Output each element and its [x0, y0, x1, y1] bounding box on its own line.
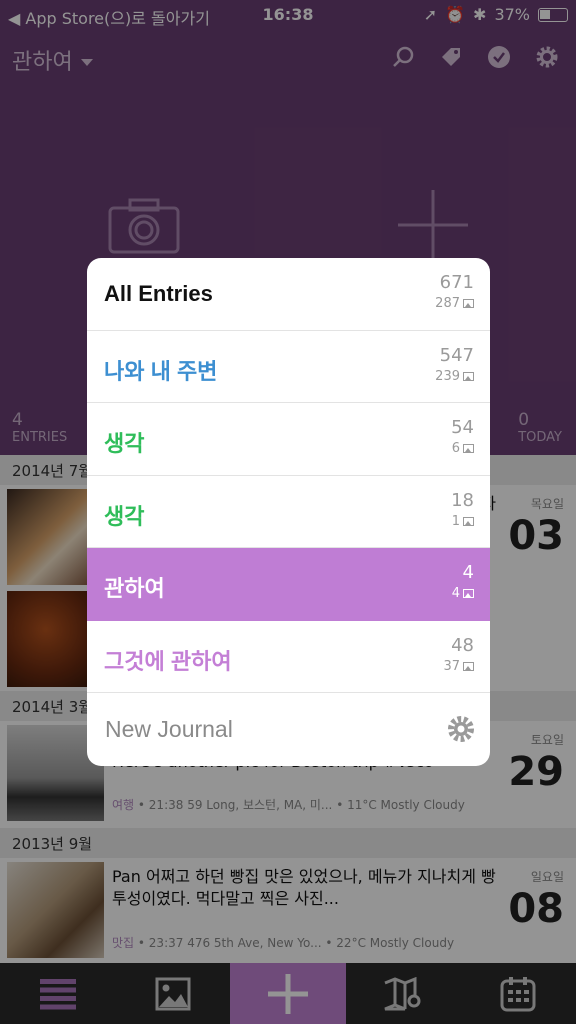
journal-name: 생각 — [104, 431, 145, 456]
journal-row[interactable]: 생각 54 6 — [87, 403, 490, 476]
photo-icon — [463, 661, 474, 671]
journal-name: All Entries — [104, 281, 213, 306]
journal-row[interactable]: 나와 내 주변 547 239 — [87, 331, 490, 403]
journal-entry-count: 54 — [451, 417, 474, 438]
journal-name: 생각 — [104, 503, 145, 529]
journal-row-all-entries[interactable]: All Entries 671 287 — [87, 258, 490, 331]
journal-photo-count: 1 — [452, 514, 474, 529]
journal-entry-count: 4 — [462, 562, 474, 583]
journal-name: 관하여 — [104, 576, 165, 601]
photo-icon — [463, 299, 474, 308]
photo-icon — [463, 589, 474, 598]
new-journal-label: New Journal — [105, 716, 233, 742]
journal-entry-count: 547 — [439, 344, 474, 366]
gear-icon[interactable] — [446, 714, 476, 748]
journal-name: 그것에 관하여 — [104, 648, 232, 674]
journal-entry-count: 671 — [439, 272, 474, 293]
journal-entry-count: 18 — [451, 489, 474, 511]
journal-name: 나와 내 주변 — [104, 358, 218, 384]
journal-row[interactable]: 생각 18 1 — [87, 476, 490, 548]
journal-photo-count: 37 — [443, 659, 474, 674]
photo-icon — [463, 516, 474, 526]
journal-photo-count: 4 — [452, 586, 474, 601]
journal-picker-popup: All Entries 671 287 나와 내 주변 547 239 생각 5… — [87, 258, 490, 766]
journal-photo-count: 6 — [452, 441, 474, 456]
journal-photo-count: 239 — [435, 369, 474, 384]
photo-icon — [463, 444, 474, 453]
journal-row-selected[interactable]: 관하여 4 4 — [87, 548, 490, 621]
journal-entry-count: 48 — [451, 634, 474, 656]
new-journal-button[interactable]: New Journal — [87, 694, 490, 766]
journal-row[interactable]: 그것에 관하여 48 37 — [87, 621, 490, 693]
journal-photo-count: 287 — [435, 296, 474, 311]
photo-icon — [463, 371, 474, 381]
